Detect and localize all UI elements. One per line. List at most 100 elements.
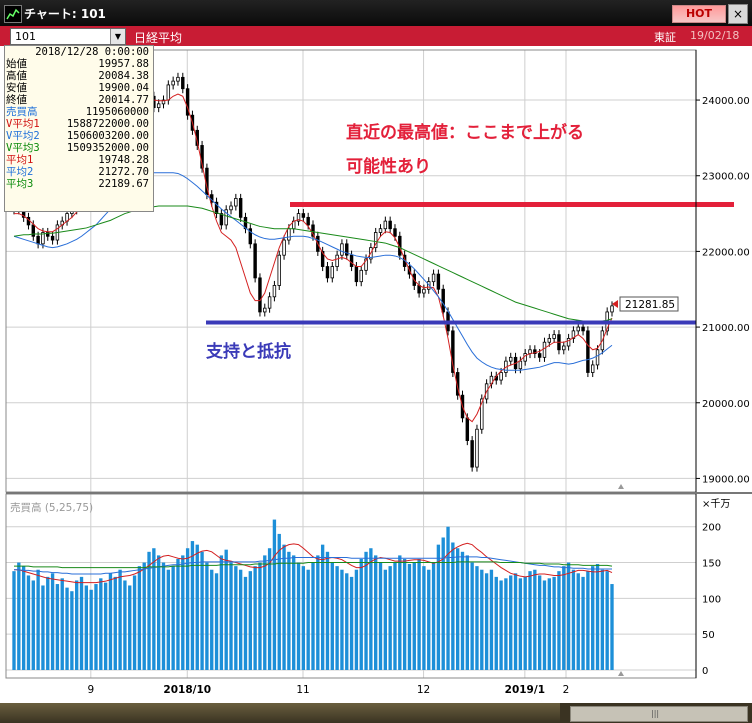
volume-bar bbox=[12, 571, 16, 670]
candle-body bbox=[166, 84, 171, 101]
window-title: チャート: 101 bbox=[24, 7, 106, 21]
volume-bar bbox=[484, 573, 489, 670]
time-tick-label: 11 bbox=[296, 684, 309, 696]
volume-bar bbox=[94, 584, 98, 670]
candle-body bbox=[181, 76, 185, 90]
candle-body bbox=[354, 266, 359, 283]
volume-bar bbox=[161, 562, 166, 670]
hot-button[interactable]: HOT bbox=[672, 5, 726, 23]
candle-body bbox=[417, 285, 421, 294]
volume-bar bbox=[306, 569, 310, 670]
info-label: V平均1 bbox=[6, 118, 40, 130]
volume-bar bbox=[422, 566, 426, 670]
volume-bar bbox=[393, 562, 397, 670]
candle-body bbox=[335, 254, 339, 267]
candle-body bbox=[590, 364, 595, 373]
volume-bar bbox=[41, 585, 45, 670]
volume-bar bbox=[518, 578, 523, 670]
horizontal-scrollbar[interactable]: ||| bbox=[570, 706, 748, 722]
volume-tick-label: 0 bbox=[702, 666, 708, 677]
index-name: 日経平均 bbox=[134, 31, 183, 45]
candle-body bbox=[547, 338, 552, 343]
info-value: 20084.38 bbox=[98, 70, 149, 82]
volume-bar bbox=[562, 566, 566, 670]
candle-body bbox=[470, 440, 474, 468]
info-label: 安値 bbox=[6, 82, 27, 94]
candle-body bbox=[349, 254, 354, 267]
volume-bar bbox=[480, 569, 484, 670]
volume-bar bbox=[296, 562, 301, 670]
volume-bar bbox=[431, 562, 436, 670]
volume-bar bbox=[537, 575, 542, 670]
info-label: 高値 bbox=[6, 70, 27, 82]
volume-bar bbox=[287, 551, 291, 670]
volume-bar bbox=[166, 569, 170, 670]
volume-bar bbox=[364, 551, 368, 670]
close-button[interactable]: × bbox=[728, 4, 748, 24]
time-tick-label: 2019/1 bbox=[505, 684, 545, 696]
volume-bar bbox=[132, 575, 137, 670]
info-date: 2018/12/28 0:00:00 bbox=[35, 46, 149, 58]
candle-body bbox=[253, 243, 257, 279]
volume-bar bbox=[335, 566, 339, 670]
symbol-select[interactable]: 101 ▼ bbox=[10, 28, 126, 45]
volume-bar bbox=[75, 580, 79, 670]
volume-bar bbox=[359, 558, 363, 670]
volume-tick-label: 50 bbox=[702, 630, 715, 641]
volume-bar bbox=[330, 562, 334, 670]
volume-bar bbox=[475, 566, 479, 670]
volume-bar bbox=[84, 585, 89, 670]
info-row: 平均2 21272.70 bbox=[5, 166, 153, 178]
candle-body bbox=[595, 349, 600, 366]
info-label: 平均1 bbox=[6, 154, 34, 166]
support-annotation: 支持と抵抗 bbox=[206, 341, 291, 361]
volume-bar bbox=[566, 562, 571, 670]
candle-body bbox=[301, 213, 306, 218]
candle-body bbox=[36, 235, 40, 245]
candle-body bbox=[330, 266, 335, 279]
volume-bar bbox=[586, 571, 590, 670]
info-value: 19748.28 bbox=[98, 154, 149, 166]
info-row: 高値 20084.38 bbox=[5, 70, 153, 82]
volume-pane-title: 売買高 (5,25,75) bbox=[10, 501, 93, 514]
candle-body bbox=[441, 288, 445, 313]
volume-bar bbox=[243, 576, 248, 670]
resistance-annotation-line1: 直近の最高値：ここまで上がる bbox=[346, 122, 584, 142]
candle-body bbox=[176, 76, 180, 82]
chevron-down-icon[interactable]: ▼ bbox=[110, 29, 125, 44]
price-tick-label: 23000.00 bbox=[702, 172, 750, 183]
info-label: V平均3 bbox=[6, 142, 40, 154]
candle-body bbox=[282, 239, 286, 256]
volume-bar bbox=[320, 544, 325, 670]
footer-bar: ||| bbox=[0, 703, 752, 723]
volume-bar bbox=[345, 573, 349, 670]
candle-body bbox=[610, 305, 614, 313]
volume-bar bbox=[316, 555, 320, 670]
volume-bar bbox=[238, 569, 243, 670]
volume-bar bbox=[79, 576, 84, 670]
candle-body bbox=[388, 220, 392, 230]
overview-strip bbox=[0, 703, 560, 723]
candle-body bbox=[509, 356, 513, 362]
info-label: 平均3 bbox=[6, 178, 34, 190]
candle-body bbox=[234, 198, 238, 207]
info-value: 22189.67 bbox=[98, 178, 149, 190]
volume-bar bbox=[528, 571, 532, 670]
volume-bar bbox=[552, 576, 556, 670]
volume-bar bbox=[509, 575, 513, 670]
volume-bar bbox=[340, 569, 344, 670]
candle-body bbox=[465, 417, 470, 441]
info-value: 20014.77 bbox=[98, 94, 149, 106]
volume-bar bbox=[253, 566, 257, 670]
volume-bar bbox=[103, 582, 108, 670]
volume-bar bbox=[128, 585, 132, 670]
volume-bar bbox=[176, 558, 180, 670]
info-label: 終値 bbox=[6, 94, 27, 106]
volume-bar bbox=[272, 519, 277, 670]
volume-bar bbox=[55, 584, 60, 670]
volume-bar bbox=[258, 562, 262, 670]
volume-bar bbox=[190, 541, 195, 670]
volume-bar bbox=[513, 573, 518, 670]
volume-bar bbox=[46, 576, 50, 670]
candle-body bbox=[576, 326, 580, 332]
